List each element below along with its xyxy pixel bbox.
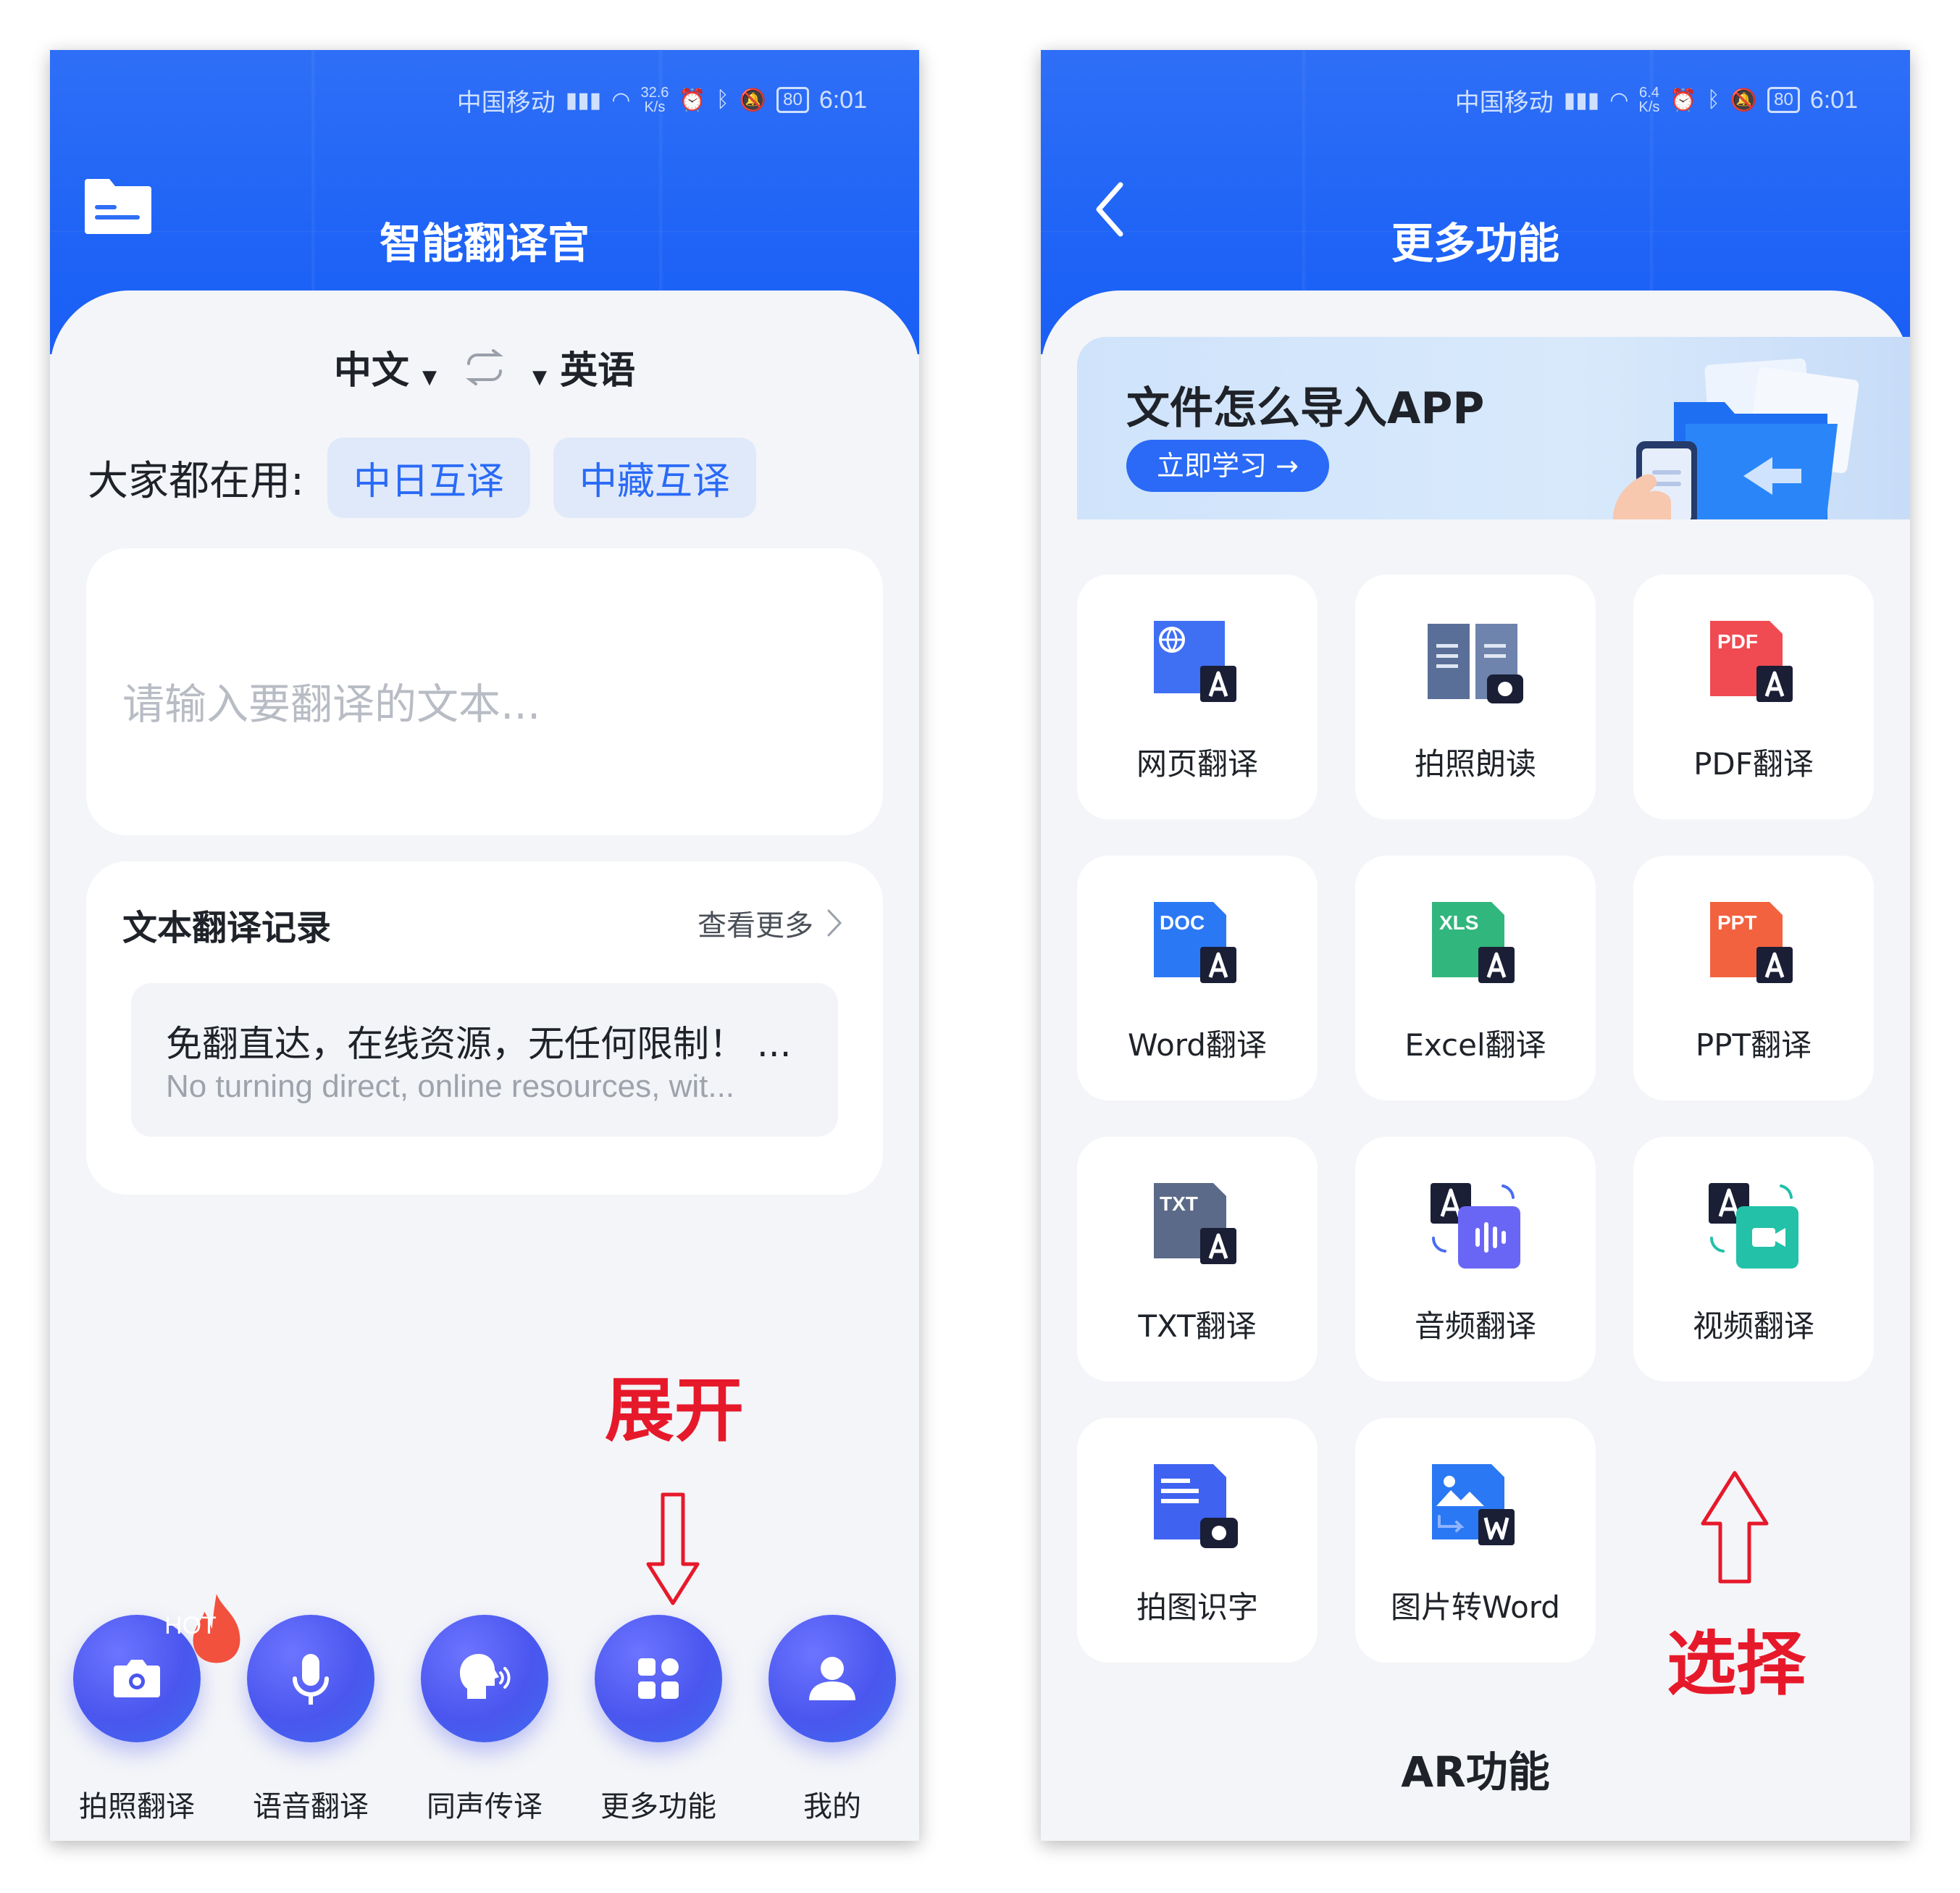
tile-ocr[interactable]: 拍图识字 — [1077, 1418, 1318, 1663]
learn-now-button[interactable]: 立即学习 → — [1126, 440, 1329, 492]
tile-pdf-translate[interactable]: PDF PDF翻译 — [1633, 574, 1874, 819]
svg-text:TXT: TXT — [1160, 1192, 1198, 1215]
nav-label: 拍照翻译 — [79, 1790, 195, 1823]
view-more-label: 查看更多 — [698, 909, 813, 943]
chevron-right-icon — [827, 909, 842, 937]
nav-photo-translate[interactable]: HOT 拍照翻译 — [50, 1594, 240, 1825]
caret-down-icon: ▼ — [422, 367, 437, 388]
banner-title: 文件怎么导入APP — [1126, 383, 1485, 434]
nav-mine-button[interactable] — [768, 1615, 896, 1742]
tile-label: 拍照朗读 — [1414, 746, 1536, 782]
audio-translate-icon — [1431, 1183, 1520, 1269]
tile-label: 视频翻译 — [1692, 1308, 1814, 1344]
swap-languages-icon[interactable] — [461, 348, 508, 385]
history-title: 文本翻译记录 — [122, 908, 332, 948]
hot-badge: HOT — [153, 1564, 240, 1663]
phone-home-screen: 中国移动 ▮▮▮ ◠ 32.6 K/s ⏰ ᛒ 🔕 80 6:01 智能翻译官 中… — [50, 50, 919, 1841]
video-translate-icon — [1709, 1183, 1798, 1269]
txt-translate-icon: TXT — [1154, 1183, 1236, 1264]
ocr-icon — [1154, 1464, 1238, 1548]
microphone-icon — [293, 1654, 329, 1705]
nav-simultaneous-button[interactable] — [421, 1615, 548, 1742]
tile-label: TXT翻译 — [1138, 1308, 1257, 1344]
svg-text:DOC: DOC — [1160, 911, 1205, 934]
ppt-translate-icon: PPT — [1710, 902, 1793, 983]
tile-label: Word翻译 — [1128, 1027, 1267, 1063]
pdf-translate-icon: PDF — [1710, 621, 1793, 702]
nav-photo-button[interactable]: HOT — [73, 1594, 240, 1742]
tile-label: 拍图识字 — [1136, 1589, 1258, 1625]
bottom-nav: HOT 拍照翻译 语音翻译 同声传译 更多功能 我的 — [50, 1594, 919, 1832]
tile-label: 图片转Word — [1391, 1589, 1560, 1625]
grid-icon — [638, 1658, 679, 1699]
user-icon — [809, 1657, 855, 1700]
excel-translate-icon: XLS — [1432, 902, 1515, 983]
web-translate-icon — [1154, 621, 1236, 702]
tile-label: PDF翻译 — [1693, 746, 1814, 782]
tile-label: 网页翻译 — [1136, 746, 1258, 782]
source-language-button[interactable]: 中文 ▼ — [334, 340, 437, 394]
tile-label: PPT翻译 — [1695, 1027, 1812, 1063]
tile-photo-read[interactable]: 拍照朗读 — [1355, 574, 1596, 819]
caret-down-icon: ▼ — [532, 367, 547, 388]
history-item[interactable]: 免翻直达，在线资源，无任何限制！ ... No turning direct, … — [131, 983, 838, 1137]
target-language-button[interactable]: ▼ 英语 — [532, 340, 635, 394]
tile-video-translate[interactable]: 视频翻译 — [1633, 1137, 1874, 1382]
tile-word-translate[interactable]: DOC Word翻译 — [1077, 856, 1318, 1100]
import-guide-banner[interactable]: 文件怎么导入APP 立即学习 → — [1077, 337, 1910, 519]
language-selector: 中文 ▼ ▼ 英语 — [50, 340, 919, 394]
history-card: 文本翻译记录 查看更多 免翻直达，在线资源，无任何限制！ ... No turn… — [86, 861, 883, 1195]
arrow-up-icon — [1701, 1471, 1769, 1584]
file-import-illustration-icon — [1613, 358, 1859, 519]
nav-label: 同声传译 — [427, 1790, 543, 1823]
tile-web-translate[interactable]: 网页翻译 — [1077, 574, 1318, 819]
phone-more-features-screen: 中国移动 ▮▮▮ ◠ 6.4 K/s ⏰ ᛒ 🔕 80 6:01 更多功能 文件怎… — [1041, 50, 1910, 1841]
photo-read-icon — [1428, 624, 1523, 703]
svg-text:PPT: PPT — [1717, 911, 1756, 934]
chip-zh-bo[interactable]: 中藏互译 — [553, 438, 756, 518]
nav-label: 我的 — [803, 1790, 861, 1823]
nav-more-features[interactable]: 更多功能 — [571, 1615, 745, 1825]
tile-label: 音频翻译 — [1414, 1308, 1536, 1344]
svg-text:XLS: XLS — [1439, 911, 1478, 934]
annotation-select: 选择 — [1667, 1624, 1806, 1705]
tile-image-to-word[interactable]: 图片转Word — [1355, 1418, 1596, 1663]
history-target-text: No turning direct, online resources, wit… — [166, 1069, 735, 1104]
svg-text:PDF: PDF — [1717, 630, 1758, 653]
nav-label: 语音翻译 — [253, 1790, 369, 1823]
nav-voice-button[interactable] — [247, 1615, 374, 1742]
nav-more-button[interactable] — [595, 1615, 722, 1742]
nav-voice-translate[interactable]: 语音翻译 — [224, 1615, 398, 1825]
tile-label: Excel翻译 — [1404, 1027, 1546, 1063]
chip-zh-ja[interactable]: 中日互译 — [327, 438, 530, 518]
nav-simultaneous[interactable]: 同声传译 — [398, 1615, 571, 1825]
tile-txt-translate[interactable]: TXT TXT翻译 — [1077, 1137, 1318, 1382]
speaker-person-icon — [460, 1654, 511, 1699]
nav-mine[interactable]: 我的 — [745, 1615, 919, 1825]
arrow-down-icon — [646, 1492, 700, 1605]
tile-excel-translate[interactable]: XLS Excel翻译 — [1355, 856, 1596, 1100]
input-placeholder: 请输入要翻译的文本... — [122, 680, 541, 729]
tile-audio-translate[interactable]: 音频翻译 — [1355, 1137, 1596, 1382]
tile-ppt-translate[interactable]: PPT PPT翻译 — [1633, 856, 1874, 1100]
translation-input[interactable]: 请输入要翻译的文本... — [86, 548, 883, 835]
word-translate-icon: DOC — [1154, 902, 1236, 983]
nav-label: 更多功能 — [600, 1790, 716, 1823]
view-more-link[interactable]: 查看更多 — [698, 902, 842, 944]
popular-label: 大家都在用: — [88, 458, 304, 505]
ar-features-label[interactable]: AR功能 — [1041, 1738, 1910, 1799]
annotation-expand: 展开 — [605, 1370, 744, 1451]
image-to-word-icon — [1432, 1464, 1515, 1545]
history-source-text: 免翻直达，在线资源，无任何限制！ ... — [166, 1023, 792, 1065]
popular-pairs: 大家都在用: 中日互译 中藏互译 — [88, 438, 756, 518]
